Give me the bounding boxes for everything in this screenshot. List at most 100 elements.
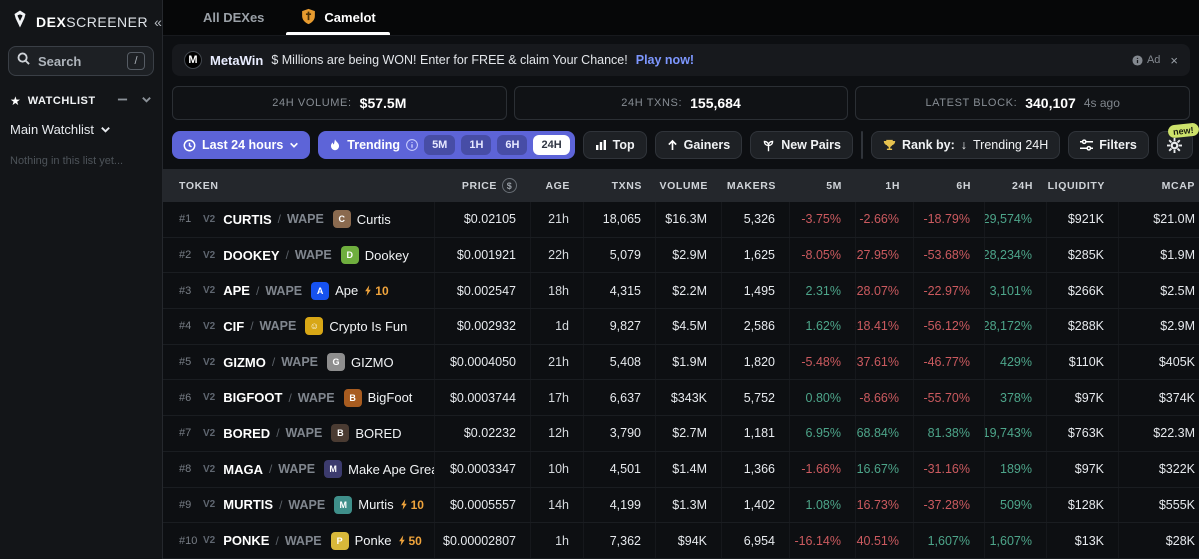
- arrow-up-icon: [667, 139, 678, 151]
- volume-cell: $2.2M: [656, 273, 722, 308]
- close-icon[interactable]: ×: [1170, 53, 1178, 68]
- token-icon: ☺: [305, 317, 323, 335]
- interval-5m[interactable]: 5M: [424, 135, 455, 155]
- token-rank: #5: [179, 356, 197, 368]
- table-row[interactable]: #9 V2 MURTIS / WAPE M Murtis 10 $0.00055…: [163, 488, 1199, 524]
- ad-cta-link[interactable]: Play now!: [636, 53, 694, 67]
- col-price[interactable]: PRICE $: [435, 178, 531, 193]
- liquidity-cell: $288K: [1047, 309, 1119, 344]
- token-cell: #3 V2 APE / WAPE A Ape 10: [163, 273, 435, 308]
- token-symbol: CIF: [223, 319, 244, 334]
- trending-selector: Trending 5M 1H 6H 24H: [318, 131, 574, 159]
- change-24h-cell: 378%: [985, 380, 1047, 415]
- makers-cell: 6,954: [722, 523, 790, 558]
- liquidity-cell: $266K: [1047, 273, 1119, 308]
- dex-version-badge: V2: [203, 357, 215, 368]
- token-symbol: MAGA: [223, 462, 263, 477]
- age-cell: 14h: [531, 488, 584, 523]
- sidebar-collapse-icon[interactable]: «: [154, 15, 162, 29]
- sprout-icon: [762, 139, 775, 152]
- lightning-icon: [400, 499, 409, 510]
- quote-symbol: WAPE: [265, 284, 302, 298]
- txns-cell: 5,408: [584, 345, 656, 380]
- token-symbol: BIGFOOT: [223, 390, 282, 405]
- table-row[interactable]: #6 V2 BIGFOOT / WAPE B BigFoot $0.000374…: [163, 380, 1199, 416]
- col-volume[interactable]: VOLUME: [656, 180, 722, 192]
- token-cell: #6 V2 BIGFOOT / WAPE B BigFoot: [163, 380, 435, 415]
- table-row[interactable]: #10 V2 PONKE / WAPE P Ponke 50 $0.000028…: [163, 523, 1199, 559]
- settings-button[interactable]: new!: [1157, 131, 1193, 159]
- bar-chart-icon: [595, 139, 607, 151]
- volume-cell: $4.5M: [656, 309, 722, 344]
- mcap-cell: $2.9M: [1119, 309, 1199, 344]
- token-name: Ponke: [355, 533, 392, 548]
- token-cell: #4 V2 CIF / WAPE ☺ Crypto Is Fun: [163, 309, 435, 344]
- col-token[interactable]: TOKEN: [163, 180, 435, 192]
- token-rank: #1: [179, 213, 197, 225]
- table-row[interactable]: #8 V2 MAGA / WAPE M Make Ape Great 50 $0…: [163, 452, 1199, 488]
- quote-symbol: WAPE: [278, 462, 315, 476]
- change-1h-cell: -16.73%: [856, 488, 914, 523]
- interval-1h[interactable]: 1H: [461, 135, 491, 155]
- minimize-icon[interactable]: [117, 94, 128, 108]
- chevron-down-icon[interactable]: [141, 94, 152, 108]
- change-1h-cell: -37.61%: [856, 345, 914, 380]
- change-5m-cell: -8.05%: [790, 238, 856, 273]
- makers-cell: 1,495: [722, 273, 790, 308]
- change-1h-cell: -28.07%: [856, 273, 914, 308]
- col-mcap[interactable]: MCAP: [1119, 180, 1199, 192]
- col-24h[interactable]: 24H: [985, 180, 1047, 192]
- col-6h[interactable]: 6H: [914, 180, 985, 192]
- volume-cell: $94K: [656, 523, 722, 558]
- table-row[interactable]: #1 V2 CURTIS / WAPE C Curtis $0.02105 21…: [163, 202, 1199, 238]
- search-icon: [17, 52, 30, 70]
- interval-24h[interactable]: 24H: [533, 135, 569, 155]
- rank-by-button[interactable]: Rank by: ↓ Trending 24H: [871, 131, 1060, 159]
- volume-cell: $343K: [656, 380, 722, 415]
- change-24h-cell: 28,172%: [985, 309, 1047, 344]
- age-cell: 1d: [531, 309, 584, 344]
- currency-toggle-icon[interactable]: $: [502, 178, 517, 193]
- time-range-button[interactable]: Last 24 hours: [172, 131, 310, 159]
- table-row[interactable]: #2 V2 DOOKEY / WAPE D Dookey $0.001921 2…: [163, 238, 1199, 274]
- table-row[interactable]: #5 V2 GIZMO / WAPE G GIZMO $0.0004050 21…: [163, 345, 1199, 381]
- new-feature-badge: new!: [1168, 122, 1199, 138]
- col-liquidity[interactable]: LIQUIDITY: [1047, 180, 1119, 192]
- tab-camelot[interactable]: Camelot: [282, 0, 393, 35]
- col-txns[interactable]: TXNS: [584, 180, 656, 192]
- watchlist-selector[interactable]: Main Watchlist: [0, 112, 162, 139]
- makers-cell: 5,752: [722, 380, 790, 415]
- col-5m[interactable]: 5M: [790, 180, 856, 192]
- change-5m-cell: 1.08%: [790, 488, 856, 523]
- price-cell: $0.0005557: [435, 488, 531, 523]
- profile-filter-toggle[interactable]: ✓: [862, 132, 863, 158]
- gear-icon: [1167, 138, 1182, 153]
- token-symbol: DOOKEY: [223, 248, 279, 263]
- pair-slash: /: [276, 426, 279, 440]
- ad-banner[interactable]: M MetaWin $ Millions are being WON! Ente…: [172, 44, 1190, 76]
- table-row[interactable]: #4 V2 CIF / WAPE ☺ Crypto Is Fun $0.0029…: [163, 309, 1199, 345]
- col-1h[interactable]: 1H: [856, 180, 914, 192]
- change-24h-cell: 429%: [985, 345, 1047, 380]
- makers-cell: 1,820: [722, 345, 790, 380]
- mcap-cell: $1.9M: [1119, 238, 1199, 273]
- change-1h-cell: 16.67%: [856, 452, 914, 487]
- search-input[interactable]: Search /: [8, 46, 154, 76]
- interval-6h[interactable]: 6H: [497, 135, 527, 155]
- col-makers[interactable]: MAKERS: [722, 180, 790, 192]
- pair-slash: /: [275, 534, 278, 548]
- top-button[interactable]: Top: [583, 131, 647, 159]
- boost-badge: 10: [400, 498, 424, 512]
- gainers-button[interactable]: Gainers: [655, 131, 743, 159]
- table-row[interactable]: #3 V2 APE / WAPE A Ape 10 $0.002547 18h …: [163, 273, 1199, 309]
- filters-button[interactable]: Filters: [1068, 131, 1149, 159]
- makers-cell: 2,586: [722, 309, 790, 344]
- tab-all-dexes[interactable]: All DEXes: [185, 0, 282, 35]
- txns-cell: 18,065: [584, 202, 656, 237]
- table-row[interactable]: #7 V2 BORED / WAPE B BORED $0.02232 12h …: [163, 416, 1199, 452]
- token-icon: M: [334, 496, 352, 514]
- new-pairs-button[interactable]: New Pairs: [750, 131, 853, 159]
- col-age[interactable]: AGE: [531, 180, 584, 192]
- stats-bar: 24H VOLUME: $57.5M 24H TXNS: 155,684 LAT…: [172, 86, 1190, 120]
- token-table-body: #1 V2 CURTIS / WAPE C Curtis $0.02105 21…: [163, 202, 1199, 559]
